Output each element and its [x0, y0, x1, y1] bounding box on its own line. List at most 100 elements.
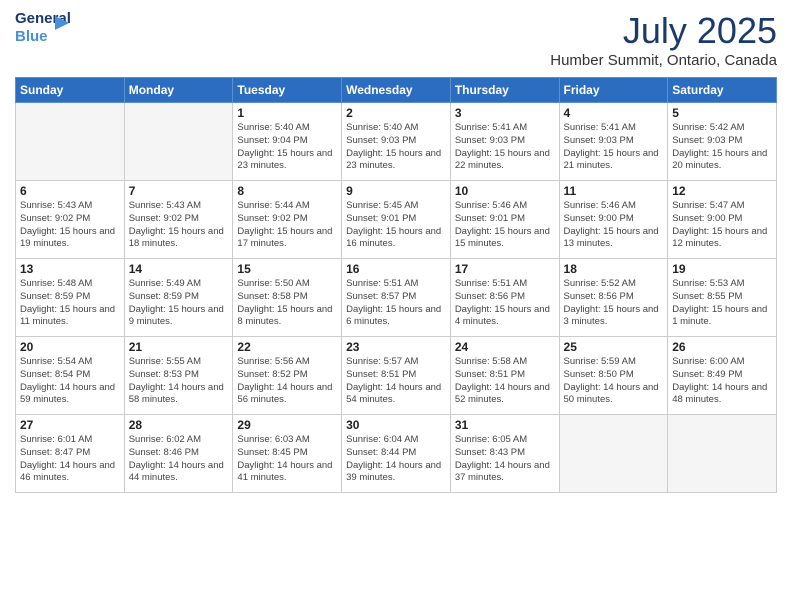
day-info: Sunrise: 5:45 AM Sunset: 9:01 PM Dayligh… [346, 200, 446, 251]
calendar-cell: 22 Sunrise: 5:56 AM Sunset: 8:52 PM Dayli… [233, 337, 342, 415]
calendar-cell: 29 Sunrise: 6:03 AM Sunset: 8:45 PM Dayli… [233, 415, 342, 493]
day-number: 1 [237, 106, 337, 120]
day-number: 4 [564, 106, 664, 120]
day-info: Sunrise: 5:51 AM Sunset: 8:56 PM Dayligh… [455, 278, 555, 329]
day-number: 8 [237, 184, 337, 198]
col-monday: Monday [124, 78, 233, 103]
day-info: Sunrise: 5:46 AM Sunset: 9:01 PM Dayligh… [455, 200, 555, 251]
day-info: Sunrise: 5:49 AM Sunset: 8:59 PM Dayligh… [129, 278, 229, 329]
day-number: 20 [20, 340, 120, 354]
week-row-2: 6Sunrise: 5:43 AM Sunset: 9:02 PM Daylig… [16, 181, 777, 259]
calendar-body: 1 Sunrise: 5:40 AM Sunset: 9:04 PM Daylig… [16, 103, 777, 493]
calendar-cell: 26 Sunrise: 6:00 AM Sunset: 8:49 PM Dayli… [668, 337, 777, 415]
calendar: Sunday Monday Tuesday Wednesday Thursday… [15, 77, 777, 493]
calendar-cell: 12Sunrise: 5:47 AM Sunset: 9:00 PM Dayli… [668, 181, 777, 259]
week-row-3: 13 Sunrise: 5:48 AM Sunset: 8:59 PM Dayli… [16, 259, 777, 337]
calendar-cell [16, 103, 125, 181]
calendar-cell: 18 Sunrise: 5:52 AM Sunset: 8:56 PM Dayli… [559, 259, 668, 337]
calendar-header-row: Sunday Monday Tuesday Wednesday Thursday… [16, 78, 777, 103]
calendar-cell: 6Sunrise: 5:43 AM Sunset: 9:02 PM Daylig… [16, 181, 125, 259]
day-number: 13 [20, 262, 120, 276]
calendar-cell: 30 Sunrise: 6:04 AM Sunset: 8:44 PM Dayli… [342, 415, 451, 493]
day-info: Sunrise: 5:43 AM Sunset: 9:02 PM Dayligh… [20, 200, 120, 251]
week-row-1: 1 Sunrise: 5:40 AM Sunset: 9:04 PM Daylig… [16, 103, 777, 181]
calendar-cell: 1 Sunrise: 5:40 AM Sunset: 9:04 PM Daylig… [233, 103, 342, 181]
col-friday: Friday [559, 78, 668, 103]
calendar-cell: 19Sunrise: 5:53 AM Sunset: 8:55 PM Dayli… [668, 259, 777, 337]
week-row-4: 20 Sunrise: 5:54 AM Sunset: 8:54 PM Dayli… [16, 337, 777, 415]
day-number: 24 [455, 340, 555, 354]
calendar-cell: 27 Sunrise: 6:01 AM Sunset: 8:47 PM Dayli… [16, 415, 125, 493]
day-info: Sunrise: 5:44 AM Sunset: 9:02 PM Dayligh… [237, 200, 337, 251]
day-number: 14 [129, 262, 229, 276]
calendar-cell: 7 Sunrise: 5:43 AM Sunset: 9:02 PM Daylig… [124, 181, 233, 259]
day-number: 15 [237, 262, 337, 276]
col-wednesday: Wednesday [342, 78, 451, 103]
calendar-cell: 9Sunrise: 5:45 AM Sunset: 9:01 PM Daylig… [342, 181, 451, 259]
col-thursday: Thursday [450, 78, 559, 103]
day-number: 19 [672, 262, 772, 276]
day-number: 29 [237, 418, 337, 432]
calendar-cell: 20 Sunrise: 5:54 AM Sunset: 8:54 PM Dayli… [16, 337, 125, 415]
day-info: Sunrise: 5:59 AM Sunset: 8:50 PM Dayligh… [564, 356, 664, 407]
calendar-cell: 10Sunrise: 5:46 AM Sunset: 9:01 PM Dayli… [450, 181, 559, 259]
day-info: Sunrise: 5:48 AM Sunset: 8:59 PM Dayligh… [20, 278, 120, 329]
day-info: Sunrise: 5:57 AM Sunset: 8:51 PM Dayligh… [346, 356, 446, 407]
day-info: Sunrise: 5:55 AM Sunset: 8:53 PM Dayligh… [129, 356, 229, 407]
day-number: 18 [564, 262, 664, 276]
logo: General Blue [15, 10, 65, 54]
day-number: 3 [455, 106, 555, 120]
day-number: 17 [455, 262, 555, 276]
day-number: 31 [455, 418, 555, 432]
day-number: 27 [20, 418, 120, 432]
day-number: 23 [346, 340, 446, 354]
calendar-cell [559, 415, 668, 493]
day-info: Sunrise: 5:52 AM Sunset: 8:56 PM Dayligh… [564, 278, 664, 329]
calendar-cell: 13 Sunrise: 5:48 AM Sunset: 8:59 PM Dayli… [16, 259, 125, 337]
day-info: Sunrise: 5:43 AM Sunset: 9:02 PM Dayligh… [129, 200, 229, 251]
calendar-cell: 24Sunrise: 5:58 AM Sunset: 8:51 PM Dayli… [450, 337, 559, 415]
day-number: 30 [346, 418, 446, 432]
calendar-cell: 28 Sunrise: 6:02 AM Sunset: 8:46 PM Dayli… [124, 415, 233, 493]
calendar-cell: 15Sunrise: 5:50 AM Sunset: 8:58 PM Dayli… [233, 259, 342, 337]
calendar-cell: 4 Sunrise: 5:41 AM Sunset: 9:03 PM Daylig… [559, 103, 668, 181]
day-info: Sunrise: 5:41 AM Sunset: 9:03 PM Dayligh… [455, 122, 555, 173]
calendar-cell: 14 Sunrise: 5:49 AM Sunset: 8:59 PM Dayli… [124, 259, 233, 337]
month-title: July 2025 [550, 10, 777, 52]
day-number: 2 [346, 106, 446, 120]
subtitle: Humber Summit, Ontario, Canada [550, 52, 777, 69]
day-number: 5 [672, 106, 772, 120]
day-info: Sunrise: 6:03 AM Sunset: 8:45 PM Dayligh… [237, 434, 337, 485]
calendar-cell: 3 Sunrise: 5:41 AM Sunset: 9:03 PM Daylig… [450, 103, 559, 181]
calendar-cell: 31Sunrise: 6:05 AM Sunset: 8:43 PM Dayli… [450, 415, 559, 493]
calendar-cell: 16Sunrise: 5:51 AM Sunset: 8:57 PM Dayli… [342, 259, 451, 337]
col-sunday: Sunday [16, 78, 125, 103]
calendar-cell: 21 Sunrise: 5:55 AM Sunset: 8:53 PM Dayli… [124, 337, 233, 415]
day-number: 11 [564, 184, 664, 198]
day-info: Sunrise: 5:54 AM Sunset: 8:54 PM Dayligh… [20, 356, 120, 407]
day-info: Sunrise: 6:01 AM Sunset: 8:47 PM Dayligh… [20, 434, 120, 485]
calendar-cell: 11 Sunrise: 5:46 AM Sunset: 9:00 PM Dayli… [559, 181, 668, 259]
col-saturday: Saturday [668, 78, 777, 103]
day-info: Sunrise: 5:41 AM Sunset: 9:03 PM Dayligh… [564, 122, 664, 173]
day-info: Sunrise: 5:40 AM Sunset: 9:04 PM Dayligh… [237, 122, 337, 173]
calendar-cell [124, 103, 233, 181]
day-info: Sunrise: 6:04 AM Sunset: 8:44 PM Dayligh… [346, 434, 446, 485]
day-number: 21 [129, 340, 229, 354]
calendar-cell: 17 Sunrise: 5:51 AM Sunset: 8:56 PM Dayli… [450, 259, 559, 337]
day-number: 28 [129, 418, 229, 432]
col-tuesday: Tuesday [233, 78, 342, 103]
day-info: Sunrise: 5:46 AM Sunset: 9:00 PM Dayligh… [564, 200, 664, 251]
day-info: Sunrise: 6:02 AM Sunset: 8:46 PM Dayligh… [129, 434, 229, 485]
day-info: Sunrise: 5:56 AM Sunset: 8:52 PM Dayligh… [237, 356, 337, 407]
day-number: 7 [129, 184, 229, 198]
day-number: 26 [672, 340, 772, 354]
title-block: July 2025 Humber Summit, Ontario, Canada [550, 10, 777, 69]
day-info: Sunrise: 5:40 AM Sunset: 9:03 PM Dayligh… [346, 122, 446, 173]
calendar-cell: 2 Sunrise: 5:40 AM Sunset: 9:03 PM Daylig… [342, 103, 451, 181]
day-number: 22 [237, 340, 337, 354]
day-info: Sunrise: 6:00 AM Sunset: 8:49 PM Dayligh… [672, 356, 772, 407]
day-info: Sunrise: 5:51 AM Sunset: 8:57 PM Dayligh… [346, 278, 446, 329]
calendar-cell: 8 Sunrise: 5:44 AM Sunset: 9:02 PM Daylig… [233, 181, 342, 259]
day-info: Sunrise: 5:47 AM Sunset: 9:00 PM Dayligh… [672, 200, 772, 251]
